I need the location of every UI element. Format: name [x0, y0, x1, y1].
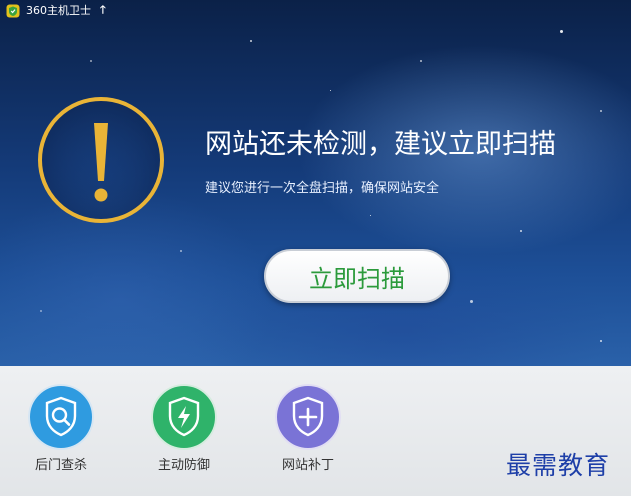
- app-title: 360主机卫士: [26, 4, 91, 17]
- star: [330, 90, 331, 91]
- scan-now-button[interactable]: 立即扫描: [264, 249, 450, 303]
- tool-backdoor-scan[interactable]: 后门查杀: [16, 384, 106, 484]
- status-headline: 网站还未检测，建议立即扫描: [205, 129, 556, 160]
- star: [370, 215, 371, 216]
- hero-banner: 360主机卫士 🡑 网站还未检测，建议立即扫描 建议您进行一次全盘扫描，确保网站…: [0, 0, 631, 366]
- watermark: 最需教育: [506, 451, 611, 480]
- magnifier-shield-icon: [28, 384, 94, 450]
- tool-label: 后门查杀: [34, 458, 87, 473]
- star: [600, 110, 602, 112]
- exclamation-warning-icon: [38, 97, 164, 223]
- status-subline: 建议您进行一次全盘扫描，确保网站安全: [205, 181, 440, 196]
- star: [250, 40, 252, 42]
- star: [520, 230, 522, 232]
- tool-website-patch[interactable]: 网站补丁: [263, 384, 353, 484]
- up-arrow-icon[interactable]: 🡑: [100, 2, 106, 18]
- star: [560, 30, 563, 33]
- star: [600, 340, 602, 342]
- star: [470, 300, 473, 303]
- lightning-shield-icon: [151, 384, 217, 450]
- tool-active-defense[interactable]: 主动防御: [139, 384, 229, 484]
- star: [420, 60, 422, 62]
- tool-label: 主动防御: [157, 458, 210, 473]
- app-logo-icon: [6, 4, 20, 18]
- star: [40, 310, 42, 312]
- plus-shield-icon: [275, 384, 341, 450]
- star: [90, 60, 92, 62]
- tool-label: 网站补丁: [281, 458, 334, 473]
- star: [180, 250, 182, 252]
- title-bar: 360主机卫士 🡑: [0, 0, 631, 22]
